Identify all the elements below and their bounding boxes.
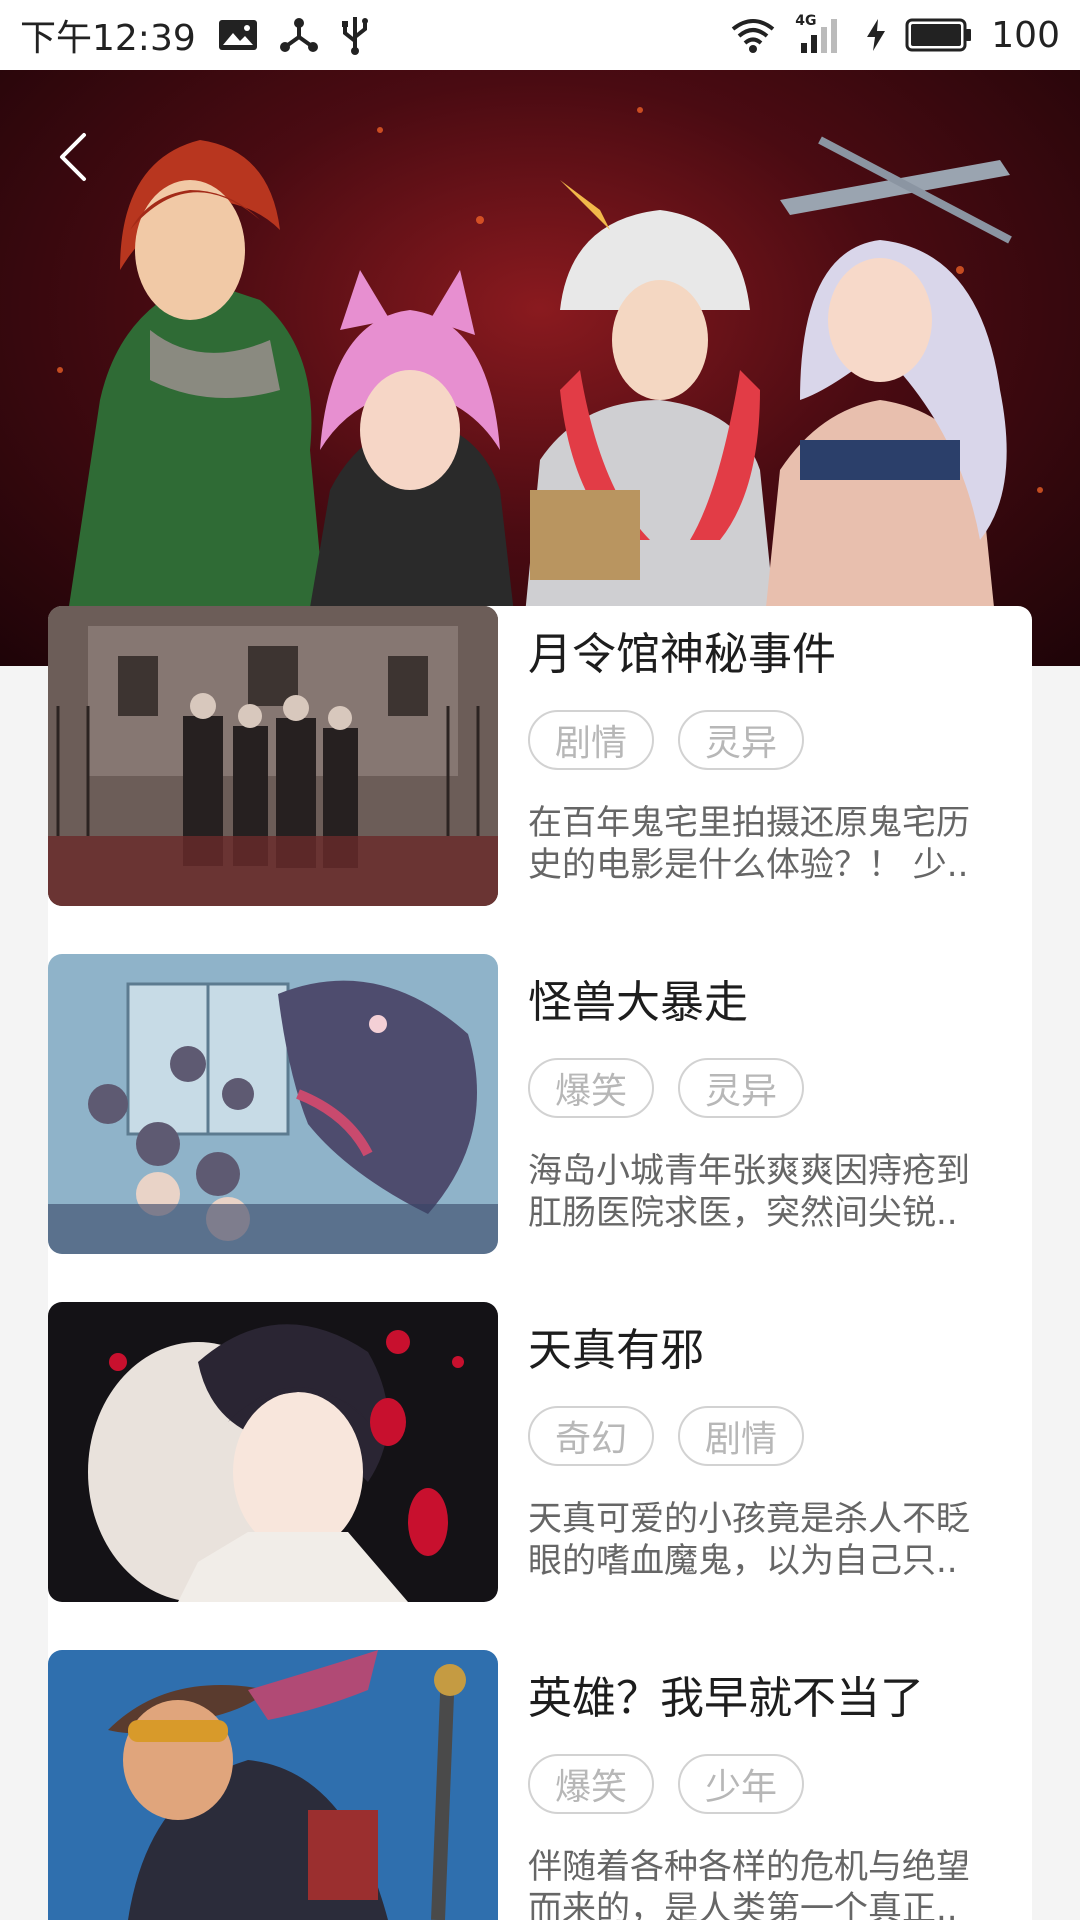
status-bar: 下午12:39 4G 100: [0, 0, 1080, 70]
banner-illustration: [57, 107, 1043, 666]
description-line: 天真可爱的小孩竟是杀人不眨: [528, 1499, 970, 1539]
list-item[interactable]: 天真有邪 奇幻 剧情 天真可爱的小孩竟是杀人不眨 眼的嗜血魔鬼，以为自己只..: [48, 1302, 1032, 1602]
list-item[interactable]: 英雄？我早就不当了 爆笑 少年 伴随着各种各样的危机与绝望 而来的，是人类第一个…: [48, 1650, 1032, 1920]
genre-tag[interactable]: 奇幻: [528, 1406, 654, 1466]
comic-cover[interactable]: [48, 606, 498, 906]
genre-tag[interactable]: 灵异: [678, 1058, 804, 1118]
comic-description: 天真可爱的小孩竟是杀人不眨 眼的嗜血魔鬼，以为自己只..: [528, 1498, 1018, 1582]
genre-tag[interactable]: 灵异: [678, 710, 804, 770]
description-line: 在百年鬼宅里拍摄还原鬼宅历: [528, 803, 970, 843]
comic-description: 海岛小城青年张爽爽因痔疮到 肛肠医院求医，突然间尖锐..: [528, 1150, 1018, 1234]
chevron-left-icon: [60, 133, 86, 181]
tag-list: 奇幻 剧情: [528, 1406, 804, 1466]
usb-icon: [340, 15, 370, 55]
comic-title[interactable]: 天真有邪: [528, 1314, 704, 1378]
comic-description: 在百年鬼宅里拍摄还原鬼宅历 史的电影是什么体验？！ 少..: [528, 802, 1018, 886]
tag-list: 剧情 灵异: [528, 710, 804, 770]
battery-level: 100: [991, 14, 1060, 56]
image-icon: [218, 19, 258, 51]
tag-list: 爆笑 灵异: [528, 1058, 804, 1118]
list-item[interactable]: 月令馆神秘事件 剧情 灵异 在百年鬼宅里拍摄还原鬼宅历 史的电影是什么体验？！ …: [48, 606, 1032, 906]
description-line: 眼的嗜血魔鬼，以为自己只..: [528, 1541, 958, 1581]
comic-cover[interactable]: [48, 1302, 498, 1602]
genre-tag[interactable]: 剧情: [678, 1406, 804, 1466]
share-nodes-icon: [279, 17, 318, 53]
signal-icon: 4G: [793, 13, 847, 55]
back-button[interactable]: [48, 122, 98, 192]
status-time: 下午12:39: [20, 18, 196, 59]
comic-description: 伴随着各种各样的危机与绝望 而来的，是人类第一个真正..: [528, 1846, 1018, 1920]
comic-cover[interactable]: [48, 1650, 498, 1920]
comic-title[interactable]: 怪兽大暴走: [528, 966, 748, 1030]
genre-tag[interactable]: 剧情: [528, 710, 654, 770]
genre-tag[interactable]: 爆笑: [528, 1058, 654, 1118]
tag-list: 爆笑 少年: [528, 1754, 804, 1814]
comic-list: 月令馆神秘事件 剧情 灵异 在百年鬼宅里拍摄还原鬼宅历 史的电影是什么体验？！ …: [48, 606, 1032, 1920]
banner-image: [0, 70, 1080, 666]
comic-title[interactable]: 月令馆神秘事件: [528, 618, 836, 682]
list-item[interactable]: 怪兽大暴走 爆笑 灵异 海岛小城青年张爽爽因痔疮到 肛肠医院求医，突然间尖锐..: [48, 954, 1032, 1254]
comic-cover[interactable]: [48, 954, 498, 1254]
charging-icon: [865, 18, 887, 52]
description-line: 史的电影是什么体验？！ 少..: [528, 845, 969, 885]
description-line: 海岛小城青年张爽爽因痔疮到: [528, 1151, 970, 1191]
description-line: 伴随着各种各样的危机与绝望: [528, 1847, 970, 1887]
description-line: 肛肠医院求医，突然间尖锐..: [528, 1193, 958, 1233]
battery-icon: [905, 18, 973, 52]
genre-tag[interactable]: 少年: [678, 1754, 804, 1814]
network-type: 4G: [795, 13, 817, 29]
genre-tag[interactable]: 爆笑: [528, 1754, 654, 1814]
wifi-icon: [731, 17, 775, 53]
comic-title[interactable]: 英雄？我早就不当了: [528, 1662, 924, 1726]
description-line: 而来的，是人类第一个真正..: [528, 1889, 958, 1920]
